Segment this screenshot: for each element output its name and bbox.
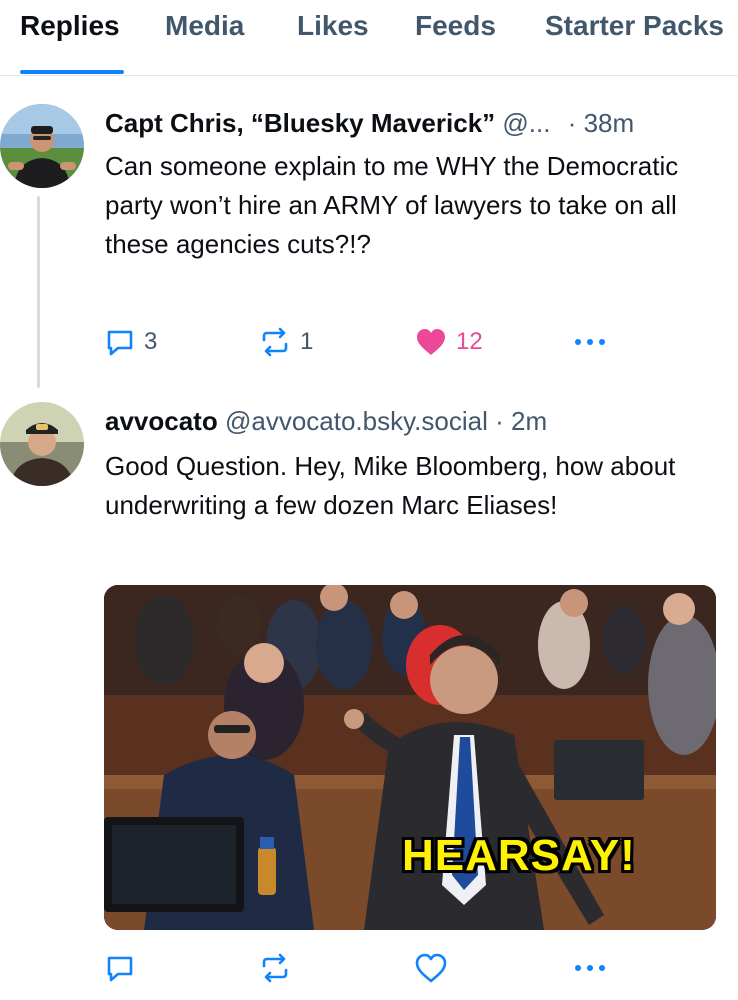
post-1-repost-button[interactable]: 1: [258, 326, 313, 358]
active-tab-indicator: [20, 70, 124, 74]
thread-connector-line: [37, 196, 40, 388]
tab-likes[interactable]: Likes: [297, 10, 369, 42]
post-1-time[interactable]: · 38m: [568, 108, 634, 138]
post-1-like-count: 12: [456, 328, 483, 355]
post-1-author[interactable]: Capt Chris, “Bluesky Maverick”: [105, 108, 495, 138]
post-2-like-button[interactable]: [414, 952, 448, 984]
post-2-time[interactable]: · 2m: [495, 406, 547, 436]
post-1-like-button[interactable]: 12: [414, 326, 483, 358]
repost-icon: [258, 952, 292, 984]
reply-icon: [104, 326, 136, 358]
post-1-reply-button[interactable]: 3: [104, 326, 157, 358]
post-1-more-button[interactable]: [572, 330, 608, 354]
post-1-reply-count: 3: [144, 328, 158, 355]
more-icon: [572, 330, 608, 354]
post-2-more-button[interactable]: [572, 956, 608, 980]
like-icon: [414, 326, 448, 358]
tab-replies[interactable]: Replies: [20, 10, 120, 42]
post-1-handle[interactable]: @...: [502, 108, 550, 138]
like-icon: [414, 952, 448, 984]
avatar-capt-chris[interactable]: [0, 104, 84, 188]
post-2-author[interactable]: avvocato: [105, 406, 218, 436]
tab-media[interactable]: Media: [165, 10, 244, 42]
avatar-avvocato[interactable]: [0, 402, 84, 486]
more-icon: [572, 956, 608, 980]
tab-feeds[interactable]: Feeds: [415, 10, 496, 42]
tab-starter-packs[interactable]: Starter Packs: [545, 10, 724, 42]
post-2-repost-button[interactable]: [258, 952, 292, 984]
profile-tab-bar: Replies Media Likes Feeds Starter Packs: [0, 0, 738, 76]
gif-caption: HEARSAY!: [402, 831, 636, 880]
reply-icon: [104, 952, 136, 984]
post-2-text: Good Question. Hey, Mike Bloomberg, how …: [105, 451, 676, 520]
post-1-repost-count: 1: [300, 328, 314, 355]
post-2-handle[interactable]: @avvocato.bsky.social: [225, 406, 488, 436]
post-2-header: avvocato @avvocato.bsky.social · 2m: [105, 406, 547, 437]
post-1-text: Can someone explain to me WHY the Democr…: [105, 151, 679, 259]
repost-icon: [258, 326, 292, 358]
post-2-embed-gif[interactable]: HEARSAY!: [104, 585, 716, 930]
post-2-reply-button[interactable]: [104, 952, 136, 984]
post-1-header: Capt Chris, “Bluesky Maverick” @... · 38…: [105, 108, 634, 139]
